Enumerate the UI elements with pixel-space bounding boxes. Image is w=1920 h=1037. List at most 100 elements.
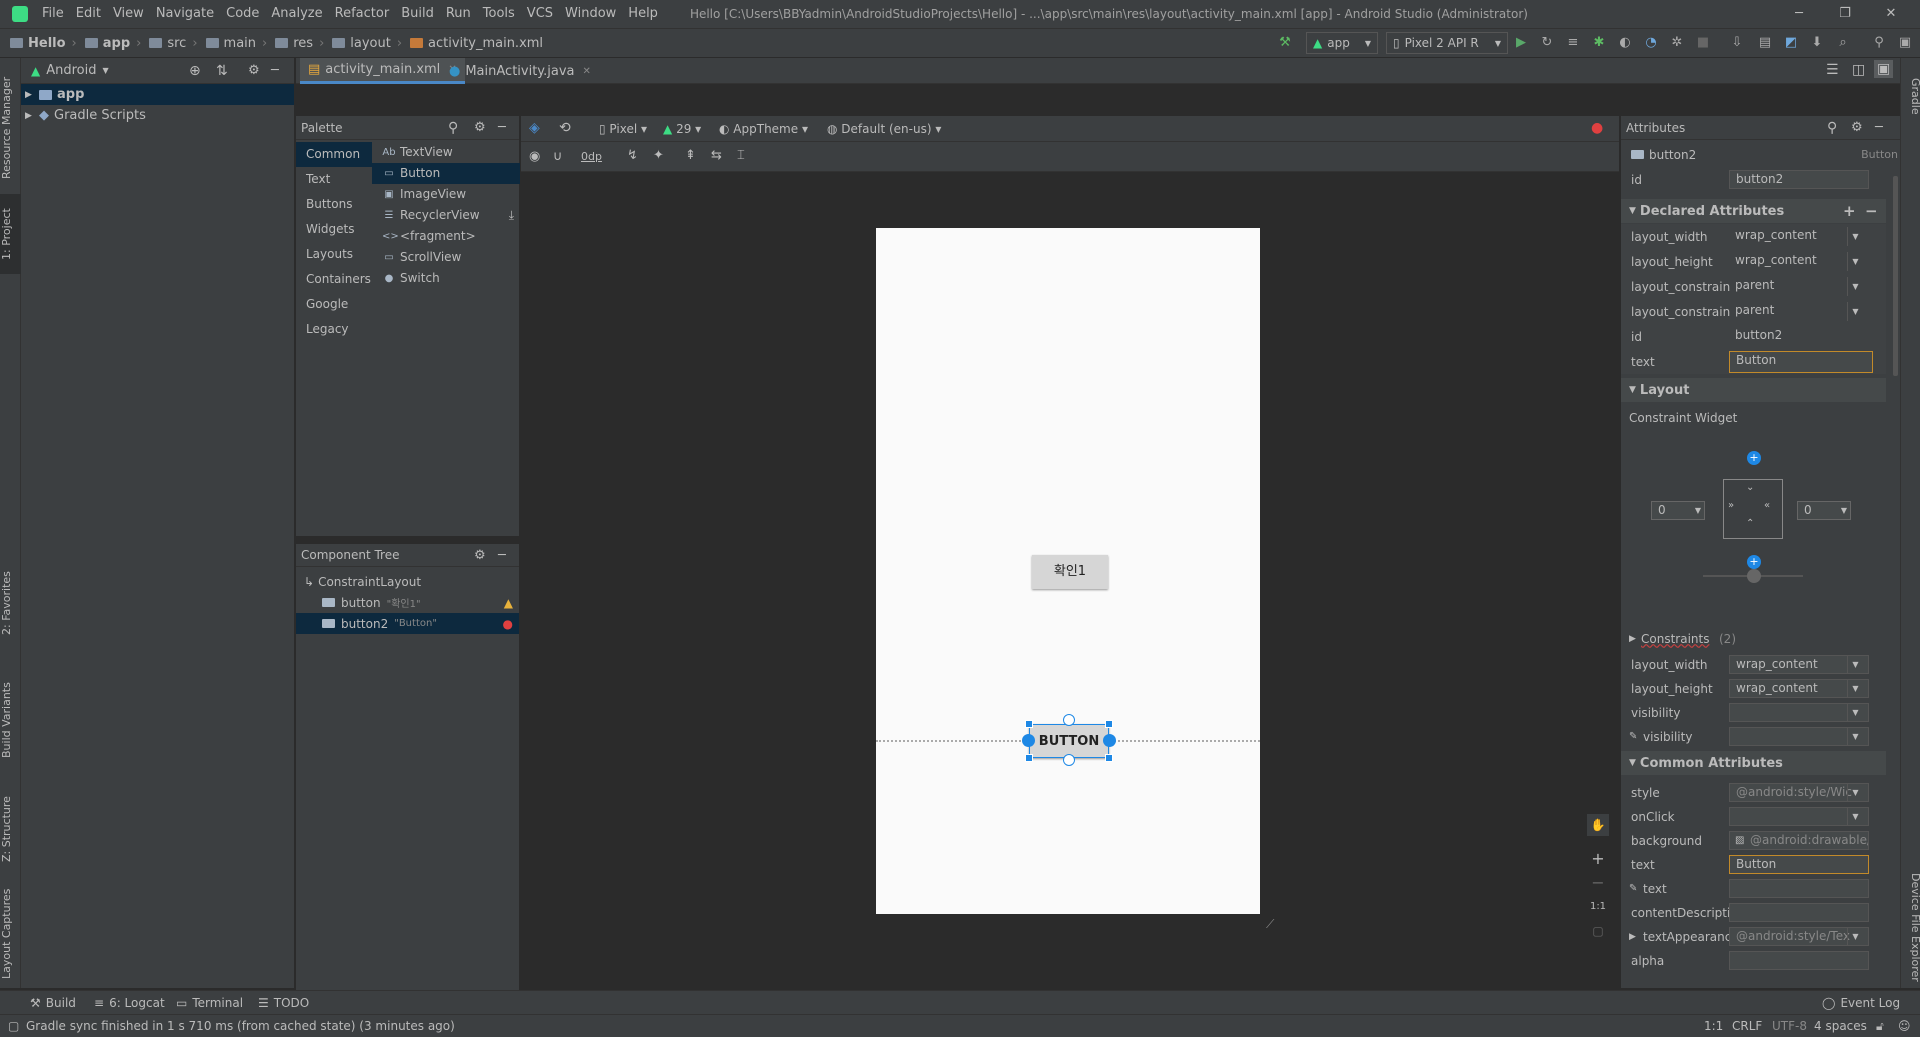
layout-inspector-icon[interactable]: ⌕: [1834, 34, 1852, 52]
menu-navigate[interactable]: Navigate: [150, 0, 220, 28]
text-value-field[interactable]: Button: [1729, 350, 1873, 373]
split-view-icon[interactable]: ◫: [1852, 62, 1865, 78]
inspector-icon[interactable]: ☺: [1898, 1019, 1911, 1033]
stop-icon[interactable]: ■: [1694, 34, 1712, 52]
autoconnect-icon[interactable]: ∪: [553, 149, 563, 164]
value-field[interactable]: button2: [1729, 327, 1869, 346]
bottom-anchor[interactable]: [1063, 754, 1075, 766]
palette-category-widgets[interactable]: Widgets: [296, 217, 372, 242]
device-select[interactable]: ▯ Pixel 2 API R ▼: [1386, 32, 1508, 54]
infer-constraints-icon[interactable]: ✦: [653, 148, 664, 163]
breadcrumb-layout[interactable]: layout ›: [328, 36, 406, 51]
palette-item-fragment[interactable]: <> <fragment>: [372, 226, 520, 247]
sync-gradle-icon[interactable]: ⇩: [1728, 34, 1746, 52]
id-field[interactable]: button2: [1729, 170, 1869, 189]
tab-structure[interactable]: Z: Structure: [0, 784, 21, 874]
scrollbar[interactable]: [1893, 176, 1898, 376]
add-bottom-constraint-icon[interactable]: +: [1747, 555, 1761, 569]
breadcrumb-hello[interactable]: Hello ›: [0, 36, 81, 51]
tab-resource-manager[interactable]: Resource Manager: [0, 68, 21, 188]
palette-category-text[interactable]: Text: [296, 167, 372, 192]
zoom-to-fit-icon[interactable]: ▢: [1587, 920, 1609, 942]
apply-code-changes-icon[interactable]: ≡: [1564, 34, 1582, 52]
breadcrumb-src[interactable]: src ›: [145, 36, 201, 51]
dropdown-icon[interactable]: ▼: [1847, 655, 1863, 674]
profile-icon[interactable]: ◔: [1642, 34, 1660, 52]
value-field[interactable]: [1729, 903, 1869, 922]
orientation-icon[interactable]: ⟲: [559, 120, 571, 136]
collapse-all-icon[interactable]: ⇅: [216, 63, 228, 79]
attach-debugger-icon[interactable]: ◐: [1616, 34, 1634, 52]
make-project-icon[interactable]: ⚒: [1276, 34, 1294, 52]
error-icon[interactable]: ●: [503, 617, 513, 631]
sdk-manager-icon[interactable]: ⬇: [1808, 34, 1826, 52]
text-value-field[interactable]: Button: [1729, 855, 1869, 874]
palette-item-switch[interactable]: ● Switch: [372, 268, 520, 289]
left-anchor[interactable]: [1022, 734, 1035, 747]
status-message[interactable]: Gradle sync finished in 1 s 710 ms (from…: [26, 1019, 455, 1033]
preview-button-confirm[interactable]: 확인1: [1032, 555, 1108, 589]
gear-icon[interactable]: ⚙: [474, 120, 486, 135]
dropdown-icon[interactable]: ▼: [1847, 727, 1863, 746]
hide-icon[interactable]: ─: [271, 63, 279, 78]
remove-attribute-icon[interactable]: −: [1865, 202, 1878, 220]
breadcrumb-file[interactable]: activity_main.xml: [406, 36, 547, 51]
menu-help[interactable]: Help: [622, 0, 664, 28]
resize-handle[interactable]: [1025, 720, 1033, 728]
line-separator[interactable]: CRLF: [1732, 1019, 1762, 1033]
layers-icon[interactable]: ◈: [529, 120, 540, 136]
add-top-constraint-icon[interactable]: +: [1747, 451, 1761, 465]
tab-gradle[interactable]: Gradle: [1901, 66, 1920, 126]
menu-view[interactable]: View: [107, 0, 150, 28]
search-icon[interactable]: ⚲: [448, 120, 458, 136]
menu-edit[interactable]: Edit: [70, 0, 107, 28]
align-icon[interactable]: ⇆: [711, 148, 722, 163]
search-icon[interactable]: ⚲: [1827, 120, 1837, 136]
gear-icon[interactable]: ⚙: [474, 548, 486, 563]
view-options-icon[interactable]: ◉: [529, 149, 540, 164]
dropdown-icon[interactable]: ▼: [1847, 302, 1863, 321]
menu-vcs[interactable]: VCS: [521, 0, 559, 28]
palette-item-recyclerview[interactable]: ☰ RecyclerView ⤓: [372, 205, 520, 226]
palette-category-containers[interactable]: Containers: [296, 267, 372, 292]
palette-category-buttons[interactable]: Buttons: [296, 192, 372, 217]
ide-features-icon[interactable]: ▣: [1896, 34, 1914, 52]
search-everywhere-icon[interactable]: ⚲: [1870, 34, 1888, 52]
clear-constraints-icon[interactable]: ↯: [627, 148, 638, 163]
hide-icon[interactable]: ─: [1875, 120, 1883, 135]
right-chevrons-icon[interactable]: «: [1764, 500, 1770, 511]
palette-category-layouts[interactable]: Layouts: [296, 242, 372, 267]
collapse-arrow-icon[interactable]: ▼: [1629, 206, 1636, 216]
chevron-down-icon[interactable]: ⌄: [1746, 482, 1754, 493]
tree-item-constraintlayout[interactable]: ↳ ConstraintLayout: [296, 571, 519, 592]
project-view-select[interactable]: Android: [46, 63, 96, 78]
debug-icon[interactable]: ✱: [1590, 34, 1608, 52]
resize-handle-icon[interactable]: ⟋: [1266, 917, 1274, 932]
chevron-down-icon[interactable]: ▼: [103, 66, 109, 75]
theme-select[interactable]: ◐ AppTheme ▾: [719, 122, 808, 136]
palette-category-google[interactable]: Google: [296, 292, 372, 317]
left-chevrons-icon[interactable]: »: [1728, 500, 1734, 511]
error-icon[interactable]: ●: [1591, 120, 1603, 136]
apply-changes-icon[interactable]: ↻: [1538, 34, 1556, 52]
indent-setting[interactable]: 4 spaces: [1814, 1019, 1867, 1033]
default-margins-button[interactable]: 0dp: [581, 150, 602, 163]
design-view-icon[interactable]: ▣: [1874, 60, 1894, 78]
palette-item-textview[interactable]: Ab TextView: [372, 142, 520, 163]
expand-arrow-icon[interactable]: ▶: [25, 90, 39, 100]
hide-icon[interactable]: ─: [498, 120, 506, 135]
preview-button-button2[interactable]: BUTTON: [1029, 724, 1109, 758]
value-field[interactable]: [1729, 879, 1869, 898]
dropdown-icon[interactable]: ▼: [1847, 227, 1863, 246]
menu-refactor[interactable]: Refactor: [329, 0, 396, 28]
pan-hand-icon[interactable]: ✋: [1587, 814, 1609, 836]
dropdown-icon[interactable]: ▼: [1847, 252, 1863, 271]
tab-main-activity[interactable]: ● MainActivity.java ✕: [441, 58, 599, 84]
toolwindow-build[interactable]: ⚒ Build: [30, 991, 76, 1015]
value-field[interactable]: @android:drawable/b: [1729, 831, 1869, 850]
coverage-icon[interactable]: ✲: [1668, 34, 1686, 52]
warning-icon[interactable]: ▲: [504, 596, 513, 610]
palette-category-legacy[interactable]: Legacy: [296, 317, 372, 342]
top-anchor[interactable]: [1063, 714, 1075, 726]
expand-arrow-icon[interactable]: ▶: [25, 111, 39, 121]
